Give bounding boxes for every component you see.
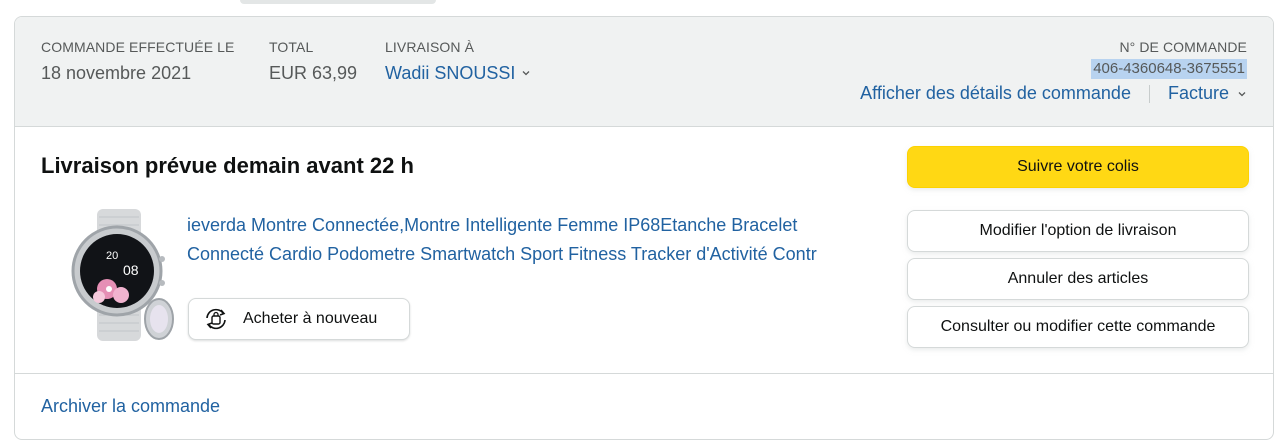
footer-divider <box>15 373 1273 374</box>
order-header-links: Afficher des détails de commande Facture <box>860 83 1247 104</box>
link-divider <box>1148 84 1150 103</box>
archive-order-link[interactable]: Archiver la commande <box>41 396 220 417</box>
delivery-status-heading: Livraison prévue demain avant 22 h <box>41 153 414 178</box>
order-date-column: COMMANDE EFFECTUÉE LE 18 novembre 2021 <box>41 39 234 84</box>
track-package-button[interactable]: Suivre votre colis <box>907 146 1249 188</box>
watch-minute: 08 <box>123 262 139 278</box>
chevron-down-icon <box>522 71 530 76</box>
order-date-value: 18 novembre 2021 <box>41 63 192 83</box>
invoice-label: Facture <box>1167 83 1229 103</box>
order-total-column: TOTAL EUR 63,99 <box>269 39 357 84</box>
ship-to-dropdown[interactable]: Wadii SNOUSSI <box>385 62 531 84</box>
ship-to-label: LIVRAISON À <box>385 39 475 55</box>
order-card: COMMANDE EFFECTUÉE LE 18 novembre 2021 T… <box>14 16 1274 440</box>
order-number-column: N° DE COMMANDE 406-4360648-3675551 <box>1091 39 1247 79</box>
order-number-label: N° DE COMMANDE <box>1119 39 1247 55</box>
product-title-link[interactable]: ieverda Montre Connectée,Montre Intellig… <box>187 211 867 268</box>
order-total-label: TOTAL <box>269 39 314 55</box>
buy-again-label: Acheter à nouveau <box>243 310 378 327</box>
watch-hour: 20 <box>106 250 118 262</box>
buy-again-button[interactable]: Acheter à nouveau <box>188 298 410 340</box>
chevron-down-icon <box>1238 91 1246 96</box>
buy-again-icon <box>206 308 226 330</box>
order-details-link[interactable]: Afficher des détails de commande <box>860 83 1131 104</box>
product-image[interactable]: 20 08 <box>51 207 187 343</box>
previous-card-edge <box>240 0 436 4</box>
order-total-value: EUR 63,99 <box>269 63 358 83</box>
cancel-items-button[interactable]: Annuler des articles <box>907 258 1249 300</box>
ship-to-name: Wadii SNOUSSI <box>385 63 516 83</box>
order-header: COMMANDE EFFECTUÉE LE 18 novembre 2021 T… <box>15 17 1273 127</box>
order-date-label: COMMANDE EFFECTUÉE LE <box>41 39 235 55</box>
view-edit-order-button[interactable]: Consulter ou modifier cette commande <box>907 306 1249 348</box>
order-number-value[interactable]: 406-4360648-3675551 <box>1091 59 1247 79</box>
change-delivery-option-button[interactable]: Modifier l'option de livraison <box>907 210 1249 252</box>
ship-to-column: LIVRAISON À Wadii SNOUSSI <box>385 39 531 84</box>
invoice-dropdown[interactable]: Facture <box>1168 83 1247 104</box>
